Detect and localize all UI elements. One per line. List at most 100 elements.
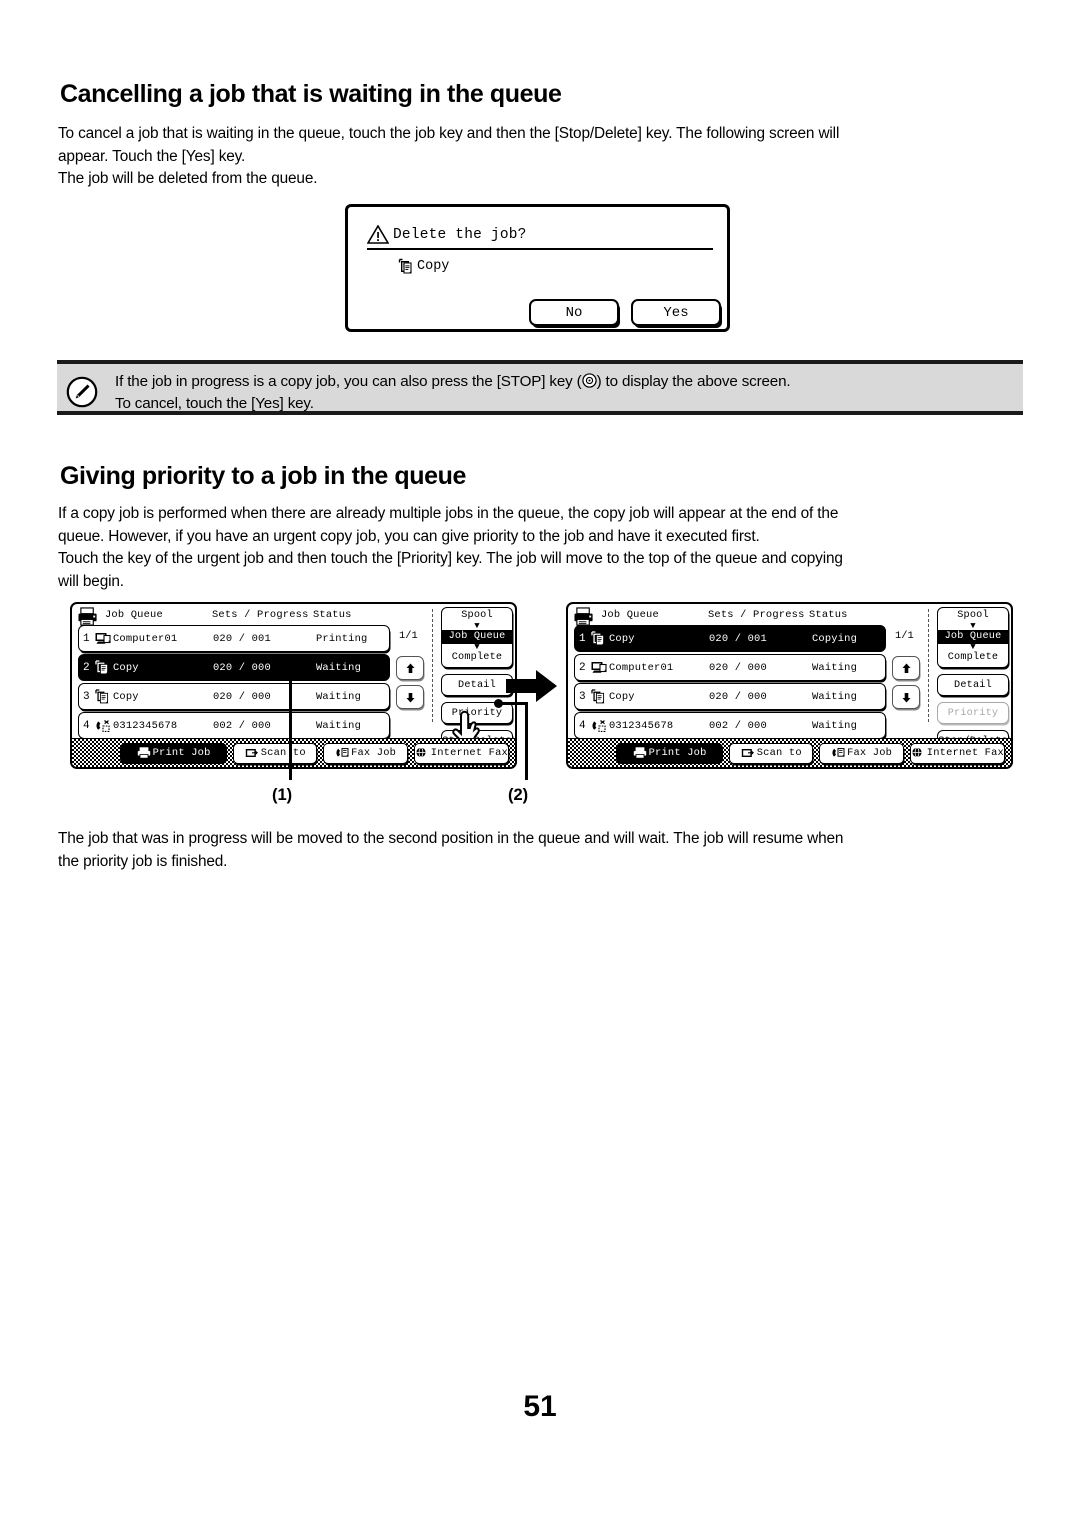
- table-row[interactable]: 1 Copy 020 / 001 Copying: [574, 625, 886, 652]
- mode-complete[interactable]: Complete: [442, 651, 512, 665]
- dialog-no-button[interactable]: No: [529, 299, 619, 326]
- tab-label: Internet Fax: [430, 747, 508, 759]
- warning-triangle-icon: [367, 225, 389, 244]
- row-sets: 002 / 000: [709, 719, 767, 732]
- screen2-job-list: 1 Copy 020 / 001 Copying 2 Computer01 02…: [574, 625, 886, 741]
- section2-title: Giving priority to a job in the queue: [60, 462, 467, 490]
- caret-down-icon: ▼: [970, 642, 976, 652]
- tab-internet-fax[interactable]: Internet Fax: [909, 742, 1005, 764]
- row-sets: 020 / 001: [213, 632, 271, 645]
- screen1-tabbar: Print Job Scan to Fax Job Internet Fax: [72, 738, 515, 767]
- fax-job-icon: [335, 747, 349, 759]
- detail-button[interactable]: Detail: [937, 674, 1009, 696]
- arrow-up-icon[interactable]: [892, 656, 920, 680]
- note-line-2: To cancel, touch the [Yes] key.: [115, 395, 314, 412]
- table-row[interactable]: 3 Copy 020 / 000 Waiting: [574, 683, 886, 710]
- caret-down-icon: ▼: [474, 642, 480, 652]
- copy-document-icon: [95, 689, 111, 704]
- tab-label: Fax Job: [351, 747, 397, 759]
- screen2-header-sets: Sets / Progress: [708, 609, 805, 621]
- dialog-header: Delete the job?: [367, 221, 713, 250]
- row-sets: 020 / 000: [213, 690, 271, 703]
- row-status: Waiting: [812, 719, 858, 732]
- copy-document-icon: [591, 631, 607, 646]
- row-number: 4: [579, 719, 586, 732]
- callout-2-line-v: [525, 702, 528, 780]
- row-job-name: Copy: [609, 632, 635, 645]
- tab-internet-fax[interactable]: Internet Fax: [413, 742, 509, 764]
- stop-key-icon: [581, 373, 597, 388]
- page-number: 51: [523, 1390, 557, 1423]
- row-number: 3: [83, 690, 90, 703]
- row-job-name: Copy: [609, 690, 635, 703]
- note-callout-box: If the job in progress is a copy job, yo…: [57, 360, 1023, 415]
- row-status: Waiting: [812, 661, 858, 674]
- priority-button: Priority: [937, 702, 1009, 724]
- tab-fax-job[interactable]: Fax Job: [819, 742, 904, 764]
- arrow-down-icon[interactable]: [396, 685, 424, 709]
- page-title: Cancelling a job that is waiting in the …: [60, 80, 562, 108]
- closing-line-2: the priority job is finished.: [58, 852, 228, 870]
- tab-fax-job[interactable]: Fax Job: [323, 742, 408, 764]
- row-number: 1: [83, 632, 90, 645]
- fax-phone-icon: [95, 718, 111, 733]
- table-row[interactable]: 4 0312345678 002 / 000 Waiting: [574, 712, 886, 739]
- computer-icon: [95, 631, 111, 646]
- tab-print-job[interactable]: Print Job: [120, 742, 228, 764]
- dialog-title: Delete the job?: [393, 226, 527, 243]
- manual-page: Cancelling a job that is waiting in the …: [0, 0, 1080, 1528]
- arrow-down-icon[interactable]: [892, 685, 920, 709]
- tab-label: Scan to: [756, 747, 802, 759]
- screen2-mode-switch: Spool ▼ Job Queue ▼ Complete: [937, 607, 1009, 668]
- dialog-yes-button[interactable]: Yes: [631, 299, 721, 326]
- printer-icon: [78, 607, 97, 626]
- screen1-header-sets: Sets / Progress: [212, 609, 309, 621]
- row-status: Waiting: [316, 661, 362, 674]
- table-row[interactable]: 3 Copy 020 / 000 Waiting: [78, 683, 390, 710]
- table-row[interactable]: 2 Copy 020 / 000 Waiting: [78, 654, 390, 681]
- closing-line-1: The job that was in progress will be mov…: [58, 830, 844, 847]
- tab-scan-to[interactable]: Scan to: [729, 742, 814, 764]
- tab-scan-to[interactable]: Scan to: [233, 742, 318, 764]
- section1-paragraph: To cancel a job that is waiting in the q…: [58, 123, 1028, 191]
- computer-icon: [591, 660, 607, 675]
- table-row[interactable]: 4 0312345678 002 / 000 Waiting: [78, 712, 390, 739]
- tab-label: Print Job: [648, 747, 707, 759]
- mode-complete[interactable]: Complete: [938, 651, 1008, 665]
- screen1-mode-switch: Spool ▼ Job Queue ▼ Complete: [441, 607, 513, 668]
- copy-document-icon: [591, 689, 607, 704]
- screen2-header-queue: Job Queue: [601, 609, 659, 621]
- closing-paragraph: The job that was in progress will be mov…: [58, 828, 1028, 873]
- job-queue-screen-1: Job Queue Sets / Progress Status 1 Compu…: [70, 602, 517, 769]
- table-row[interactable]: 1 Computer01 020 / 001 Printing: [78, 625, 390, 652]
- section2-para-line4: will begin.: [58, 572, 124, 590]
- note-text: If the job in progress is a copy job, yo…: [115, 371, 791, 415]
- internet-fax-icon: [911, 747, 925, 759]
- print-job-icon: [633, 747, 647, 759]
- callout-1-line: [289, 669, 292, 780]
- dialog-job-label: Copy: [417, 259, 450, 274]
- caret-down-icon: ▼: [970, 621, 976, 631]
- tab-label: Print Job: [152, 747, 211, 759]
- row-sets: 020 / 000: [709, 661, 767, 674]
- section2-para-line3: Touch the key of the urgent job and then…: [58, 550, 843, 567]
- screen1-job-list: 1 Computer01 020 / 001 Printing 2 Copy 0…: [78, 625, 390, 741]
- printer-icon: [574, 607, 593, 626]
- table-row[interactable]: 2 Computer01 020 / 000 Waiting: [574, 654, 886, 681]
- scan-to-icon: [741, 747, 755, 759]
- detail-button[interactable]: Detail: [441, 674, 513, 696]
- fax-phone-icon: [591, 718, 607, 733]
- fax-job-icon: [831, 747, 845, 759]
- row-sets: 020 / 001: [709, 632, 767, 645]
- arrow-up-icon[interactable]: [396, 656, 424, 680]
- row-job-name: Computer01: [113, 632, 178, 645]
- screen2-header-status: Status: [809, 609, 848, 621]
- row-status: Copying: [812, 632, 858, 645]
- section2-para-line1: If a copy job is performed when there ar…: [58, 505, 839, 522]
- screen1-divider: [432, 609, 433, 722]
- screen2-side-panel: Spool ▼ Job Queue ▼ Complete Detail Prio…: [937, 607, 1009, 752]
- tab-print-job[interactable]: Print Job: [616, 742, 724, 764]
- row-status: Printing: [316, 632, 368, 645]
- row-job-name: 0312345678: [113, 719, 178, 732]
- job-queue-screen-2: Job Queue Sets / Progress Status 1 Copy …: [566, 602, 1013, 769]
